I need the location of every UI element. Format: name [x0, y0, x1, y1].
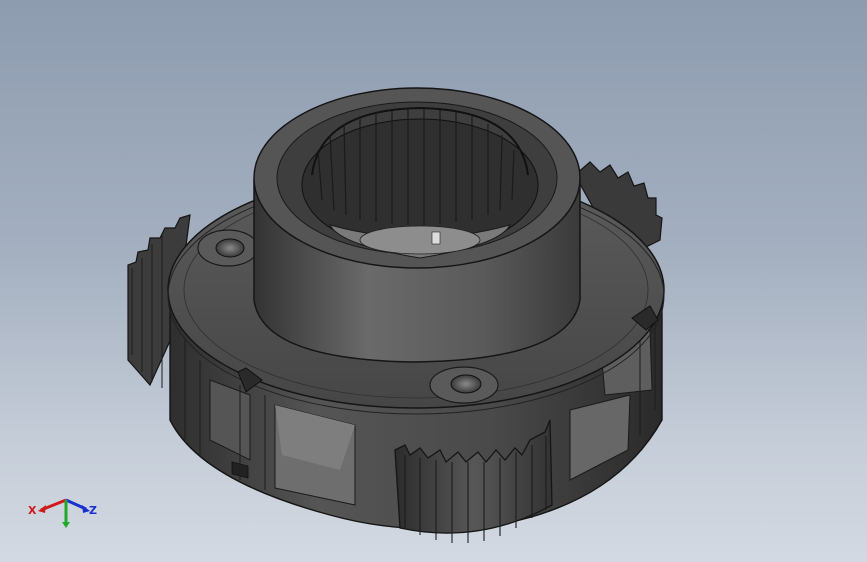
x-axis-head-icon: [38, 505, 46, 513]
mounting-hole-front: [429, 366, 499, 404]
z-axis-label: Z: [89, 504, 97, 517]
graphics-viewport[interactable]: X Z: [0, 0, 867, 562]
y-axis-head-icon: [62, 522, 70, 528]
x-axis-label: X: [28, 504, 37, 517]
gear-assembly-model[interactable]: [0, 0, 867, 562]
mounting-hole-left: [197, 229, 259, 267]
view-triad[interactable]: X Z: [26, 490, 106, 535]
